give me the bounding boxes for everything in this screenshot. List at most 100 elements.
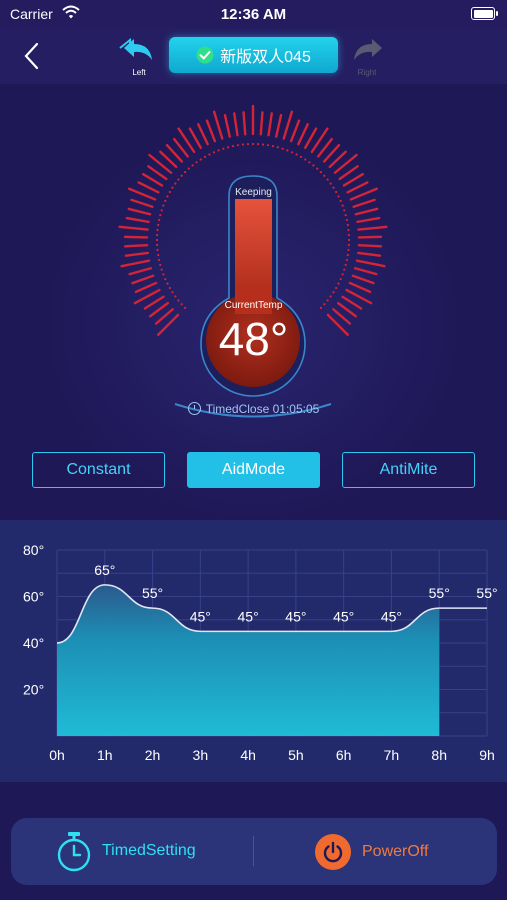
timed-setting-button[interactable]: TimedSetting	[55, 830, 225, 872]
gauge-tick	[259, 111, 264, 136]
gauge-tick	[125, 216, 150, 224]
gauge-dot	[157, 258, 161, 262]
temperature-schedule-chart[interactable]: 20° 40° 60° 80° 0h 1h 2h 3h 4h 5h 6h 7h 8h 9h 65° 55° 45…	[0, 520, 507, 782]
gauge-dot	[281, 147, 284, 150]
data-point-label: 45°	[238, 608, 259, 624]
timed-close-text: TimedClose 01:05:05	[205, 402, 320, 416]
gauge-dot	[347, 238, 351, 242]
power-off-label: PowerOff	[362, 843, 429, 860]
y-tick-label: 40°	[23, 635, 44, 651]
gauge-dot	[174, 182, 177, 185]
gauge-dot	[203, 155, 207, 158]
gauge-tick	[357, 244, 383, 248]
power-icon	[315, 834, 351, 870]
gauge-tick	[304, 127, 318, 149]
gauge-dot	[271, 144, 275, 148]
gauge-dot	[180, 174, 183, 177]
chevron-left-icon	[24, 42, 39, 70]
gauge-dot	[156, 228, 159, 232]
gauge-dot	[171, 291, 174, 294]
gauge-tick	[342, 172, 364, 187]
gauge-tick	[127, 207, 152, 216]
gauge-tick	[197, 123, 209, 146]
chart-svg: 20° 40° 60° 80° 0h 1h 2h 3h 4h 5h 6h 7h 8h 9h 65° 55° 45…	[23, 542, 498, 763]
back-button[interactable]	[18, 40, 46, 72]
x-tick-label: 6h	[336, 747, 352, 763]
y-tick-label: 80°	[23, 542, 44, 558]
gauge-tick	[124, 251, 149, 257]
clock-time: 12:36 AM	[220, 6, 287, 23]
gauge-tick	[205, 119, 217, 143]
check-circle-icon	[196, 46, 214, 64]
gauge-dot	[286, 149, 289, 152]
mode-aidmode-label: AidMode	[221, 461, 286, 478]
data-point-label: 55°	[429, 585, 450, 601]
gauge-tick	[297, 123, 309, 146]
gauge-tick	[357, 235, 383, 239]
data-point-label: 65°	[94, 562, 115, 578]
x-tick-label: 7h	[384, 747, 400, 763]
y-tick-label: 20°	[23, 682, 44, 698]
gauge-tick	[120, 259, 151, 268]
stopwatch-icon	[57, 832, 91, 872]
gauge-tick	[134, 281, 158, 294]
battery-icon	[471, 7, 498, 20]
gauge-dot	[329, 295, 332, 298]
gauge-dot	[160, 268, 163, 271]
gauge-dot	[341, 273, 344, 276]
gauge-dot	[312, 164, 315, 167]
timed-close-countdown: TimedClose 01:05:05	[0, 402, 507, 416]
gauge-tick	[233, 112, 239, 137]
gauge-dot	[157, 253, 160, 257]
gauge-dot	[343, 268, 346, 271]
gauge-dot	[187, 167, 190, 170]
gauge-dot	[195, 161, 198, 164]
gauge-dot	[199, 158, 202, 161]
gauge-dot	[344, 214, 347, 217]
mode-antimite-label: AntiMite	[379, 461, 438, 478]
previous-device-button[interactable]: Left	[118, 36, 160, 77]
gauge-tick	[212, 110, 224, 140]
gauge-dot	[222, 147, 225, 150]
gauge-tick	[131, 274, 155, 285]
gauge-tick	[123, 244, 149, 248]
data-point-label: 45°	[333, 608, 354, 624]
gauge-dot	[337, 282, 340, 285]
mode-constant-button[interactable]: Constant	[32, 452, 165, 488]
gauge-dot	[157, 218, 161, 222]
gauge-tick	[289, 119, 301, 143]
gauge-dot	[156, 243, 159, 247]
clock-icon	[187, 402, 201, 415]
next-label: Right	[357, 68, 377, 77]
mode-aidmode-button[interactable]: AidMode	[187, 452, 320, 488]
device-selector[interactable]: 新版双人045	[169, 37, 338, 73]
divider	[253, 836, 254, 866]
gauge-dot	[341, 204, 344, 207]
gauge-dot	[155, 238, 159, 242]
gauge-dot	[159, 263, 162, 266]
gauge-tick	[118, 225, 149, 231]
bottom-action-bar: TimedSetting PowerOff	[11, 818, 497, 885]
power-off-button[interactable]: PowerOff	[315, 832, 465, 872]
gauge-dot	[339, 277, 342, 281]
gauge-dot	[162, 273, 165, 276]
x-tick-label: 4h	[240, 747, 256, 763]
gauge-tick	[357, 225, 388, 231]
gauge-dot	[345, 258, 349, 262]
next-device-button[interactable]: Right	[346, 36, 388, 77]
gauge-dot	[159, 214, 162, 217]
gauge-dot	[276, 146, 279, 149]
gauge-dot	[308, 161, 311, 164]
gauge-dot	[231, 144, 235, 148]
gauge-tick	[357, 251, 382, 257]
data-point-label: 45°	[381, 608, 402, 624]
gauge-dot	[344, 263, 347, 266]
gauge-tick	[355, 259, 386, 268]
mode-antimite-button[interactable]: AntiMite	[342, 452, 475, 488]
gauge-dot	[166, 282, 169, 285]
gauge-dot	[227, 146, 230, 149]
gauge-tick	[354, 207, 379, 216]
gauge-dot	[266, 144, 270, 147]
gauge-dot	[246, 143, 250, 146]
nav-bar: Left 新版双人045 Right	[0, 28, 507, 84]
